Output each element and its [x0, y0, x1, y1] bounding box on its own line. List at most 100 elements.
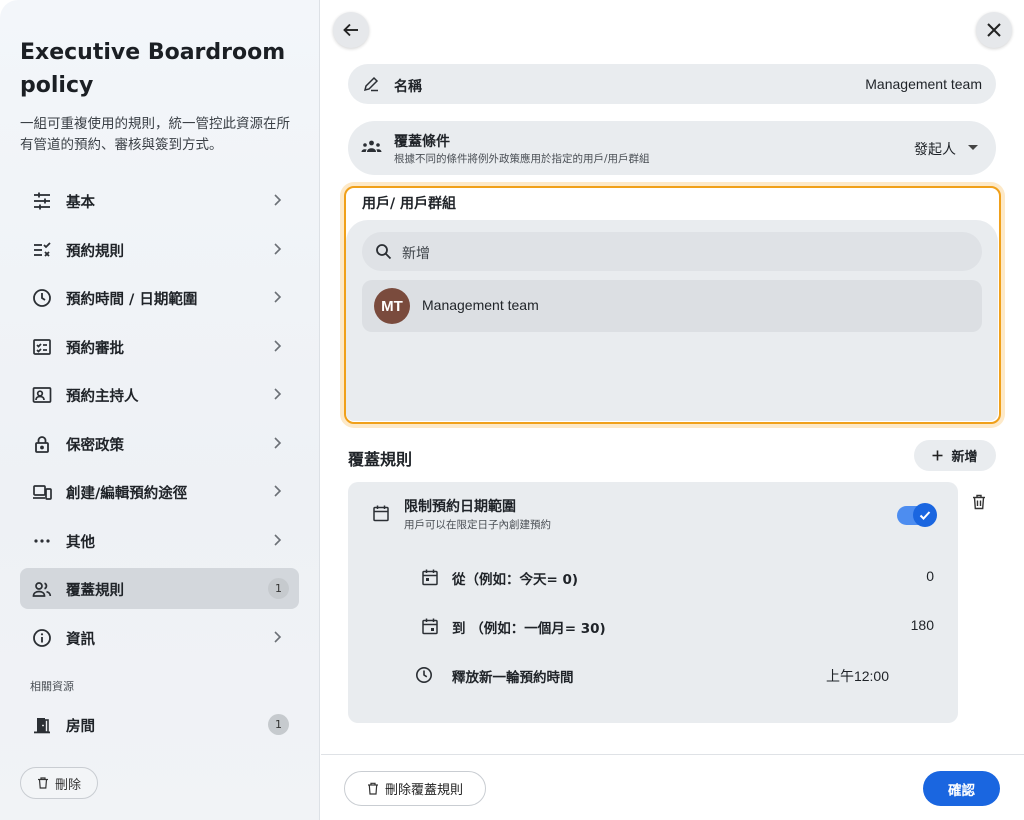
count-badge: 1 — [268, 578, 289, 599]
count-badge: 1 — [268, 714, 289, 735]
rule-row-to[interactable]: 到 （例如：一個月= 30) 180 — [348, 614, 958, 638]
rule-row-value: 180 — [910, 617, 934, 633]
sidebar-item-label: 創建/編輯預約途徑 — [66, 486, 188, 502]
sidebar-item-info[interactable]: 資訊 — [20, 617, 299, 658]
sidebar-item-room[interactable]: 房間 1 — [20, 704, 299, 745]
cover-condition-value: 發起人 — [914, 142, 956, 158]
sidebar-item-booking-rules[interactable]: 預約規則 — [20, 229, 299, 270]
add-rule-button[interactable]: 新增 — [914, 440, 996, 471]
rule-row-label: 從（例如：今天= 0) — [452, 572, 579, 588]
name-label: 名稱 — [394, 79, 422, 95]
sidebar-item-label: 保密政策 — [66, 438, 124, 454]
sidebar-item-other[interactable]: 其他 — [20, 520, 299, 561]
sidebar-item-privacy[interactable]: 保密政策 — [20, 423, 299, 464]
delete-rule-card-button[interactable] — [972, 494, 990, 512]
sidebar-item-basic[interactable]: 基本 — [20, 180, 299, 221]
chevron-right-icon — [269, 192, 285, 208]
host-icon — [31, 384, 52, 405]
rule-row-from[interactable]: 從（例如：今天= 0) 0 — [348, 565, 958, 589]
clock-icon — [31, 287, 52, 308]
override-rule-editor: 名稱 Management team 覆蓋條件 根據不同的條件將例外政策應用於指… — [321, 0, 1024, 820]
people-icon — [31, 578, 52, 599]
users-groups-list: 新增 MT Management team — [346, 220, 998, 421]
rule-enabled-toggle[interactable] — [897, 503, 937, 527]
delete-policy-button[interactable]: 刪除 — [20, 767, 98, 799]
devices-icon — [31, 481, 52, 502]
policy-description: 一組可重複使用的規則，統一管控此資源在所有管道的預約、審核與簽到方式。 — [20, 116, 290, 153]
plus-icon — [932, 450, 943, 461]
back-button[interactable] — [333, 12, 369, 48]
related-resources-label: 相關資源 — [30, 680, 74, 693]
users-groups-title: 用戶/ 用戶群組 — [362, 196, 456, 212]
calendar-icon — [421, 568, 439, 586]
door-icon — [31, 714, 52, 735]
search-icon — [375, 243, 392, 260]
sidebar-item-label: 資訊 — [66, 632, 95, 648]
trash-icon — [37, 777, 49, 789]
sidebar-item-approval[interactable]: 預約審批 — [20, 326, 299, 367]
confirm-button[interactable]: 確認 — [923, 771, 1000, 806]
sidebar-item-label: 覆蓋規則 — [66, 583, 124, 599]
close-icon — [986, 22, 1002, 38]
sidebar-item-label: 預約規則 — [66, 244, 124, 260]
tune-icon — [31, 190, 52, 211]
avatar: MT — [374, 288, 410, 324]
sidebar-item-label: 預約時間 / 日期範圍 — [66, 292, 198, 308]
chevron-right-icon — [269, 435, 285, 451]
policy-sidebar: Executive Boardroom policy 一組可重複使用的規則，統一… — [0, 0, 320, 820]
delete-label: 刪除 — [54, 777, 81, 793]
chevron-right-icon — [269, 386, 285, 402]
cover-condition-select[interactable]: 覆蓋條件 根據不同的條件將例外政策應用於指定的用戶/用戶群組 發起人 — [348, 121, 996, 175]
chevron-right-icon — [269, 338, 285, 354]
sidebar-item-label: 其他 — [66, 535, 95, 551]
checklist-icon — [31, 239, 52, 260]
rule-subtitle: 用戶可以在限定日子內創建預約 — [404, 519, 551, 531]
rule-row-label: 到 （例如：一個月= 30) — [452, 621, 606, 637]
calendar-icon — [421, 617, 439, 635]
chevron-right-icon — [269, 241, 285, 257]
list-item[interactable]: MT Management team — [362, 280, 982, 332]
sidebar-item-label: 房間 — [66, 719, 95, 735]
sidebar-item-booking-time[interactable]: 預約時間 / 日期範圍 — [20, 277, 299, 318]
delete-override-rule-label: 刪除覆蓋規則 — [384, 783, 463, 798]
override-rules-title: 覆蓋規則 — [348, 450, 413, 469]
sidebar-item-label: 預約主持人 — [66, 389, 139, 405]
name-field[interactable]: 名稱 Management team — [348, 64, 996, 104]
rule-row-value: 上午12:00 — [825, 668, 889, 684]
sidebar-item-label: 預約審批 — [66, 341, 124, 357]
add-user-search[interactable]: 新增 — [362, 232, 982, 271]
lock-icon — [31, 433, 52, 454]
more-icon — [31, 530, 52, 551]
rule-row-value: 0 — [926, 568, 934, 584]
delete-override-rule-button[interactable]: 刪除覆蓋規則 — [344, 771, 486, 806]
users-groups-panel: 用戶/ 用戶群組 新增 MT Management team — [344, 186, 1001, 424]
policy-title: Executive Boardroom policy — [20, 40, 286, 98]
group-icon — [361, 138, 382, 156]
sidebar-item-booking-channels[interactable]: 創建/編輯預約途徑 — [20, 471, 299, 512]
chevron-right-icon — [269, 532, 285, 548]
name-value: Management team — [865, 76, 982, 92]
rule-row-release-time[interactable]: 釋放新一輪預約時間 上午12:00 — [348, 663, 958, 687]
cover-condition-label: 覆蓋條件 — [394, 134, 450, 150]
search-placeholder: 新增 — [402, 246, 430, 262]
calendar-icon — [372, 504, 390, 522]
approval-icon — [31, 336, 52, 357]
chevron-right-icon — [269, 483, 285, 499]
add-rule-label: 新增 — [951, 450, 978, 465]
dropdown-caret-icon — [968, 145, 978, 150]
chevron-right-icon — [269, 629, 285, 645]
edit-icon — [362, 75, 380, 93]
check-icon — [913, 503, 937, 527]
info-icon — [31, 627, 52, 648]
rule-title: 限制預約日期範圍 — [404, 499, 516, 515]
trash-icon — [367, 782, 379, 795]
sidebar-item-host[interactable]: 預約主持人 — [20, 374, 299, 415]
close-button[interactable] — [976, 12, 1012, 48]
trash-icon — [972, 494, 990, 510]
cover-condition-sublabel: 根據不同的條件將例外政策應用於指定的用戶/用戶群組 — [394, 153, 650, 165]
sidebar-item-label: 基本 — [66, 195, 95, 211]
sidebar-item-override-rules[interactable]: 覆蓋規則 1 — [20, 568, 299, 609]
user-group-name: Management team — [422, 297, 539, 313]
editor-footer: 刪除覆蓋規則 確認 — [321, 754, 1024, 820]
clock-icon — [415, 666, 433, 684]
